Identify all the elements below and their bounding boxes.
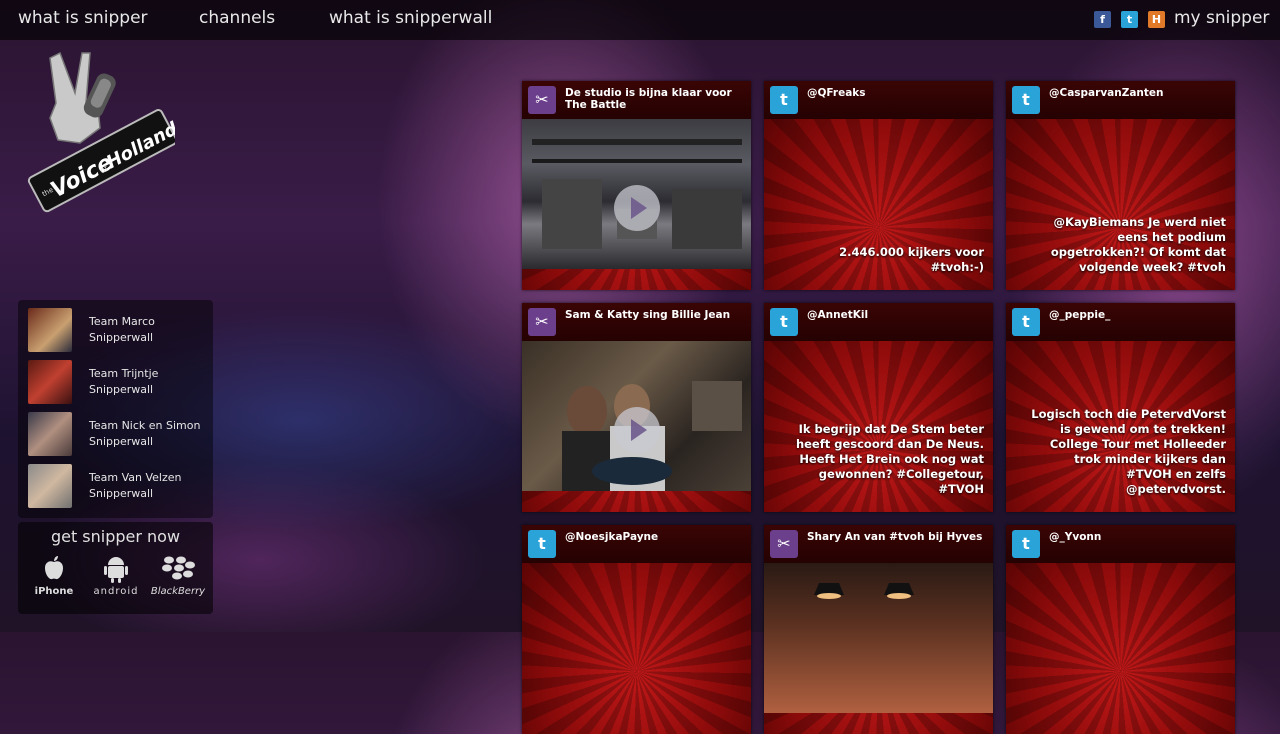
- scissors-icon: ✂: [770, 530, 798, 558]
- blackberry-icon: [162, 556, 195, 580]
- top-navigation-bar: what is snipper channels what is snipper…: [0, 0, 1280, 40]
- tweet-tile[interactable]: t @NoesjkaPayne: [522, 525, 751, 734]
- hyves-icon[interactable]: H: [1148, 11, 1165, 28]
- nav-link-what-is-snipper[interactable]: what is snipper: [18, 8, 148, 28]
- tweet-tile[interactable]: t @QFreaks 2.446.000 kijkers voor #tvoh:…: [764, 81, 993, 290]
- tweet-user[interactable]: @NoesjkaPayne: [565, 531, 745, 543]
- platform-label: android: [93, 586, 139, 597]
- twitter-bird-icon: t: [1012, 308, 1040, 336]
- tweet-tile[interactable]: t @_Yvonn: [1006, 525, 1235, 734]
- team-name: Team Nick en Simon: [89, 419, 201, 432]
- video-thumbnail[interactable]: [764, 563, 993, 713]
- video-title: Shary An van #tvoh bij Hyves: [807, 531, 983, 543]
- restaurant-image: [814, 583, 914, 599]
- play-button[interactable]: [614, 185, 660, 231]
- blackberry-download-button[interactable]: BlackBerry: [150, 554, 206, 597]
- apple-icon: [45, 556, 63, 580]
- video-title: Sam & Katty sing Billie Jean: [565, 309, 731, 321]
- video-title: De studio is bijna klaar voor The Battle: [565, 87, 732, 111]
- scissors-icon: ✂: [528, 308, 556, 336]
- video-thumbnail[interactable]: [522, 119, 751, 269]
- get-snipper-panel: get snipper now iPhone android BlackBerr…: [18, 522, 213, 614]
- team-item-trijntje[interactable]: Team Trijntje Snipperwall: [28, 360, 208, 406]
- video-tile[interactable]: ✂ Shary An van #tvoh bij Hyves: [764, 525, 993, 734]
- twitter-bird-icon: t: [528, 530, 556, 558]
- team-item-marco[interactable]: Team Marco Snipperwall: [28, 308, 208, 354]
- twitter-bird-icon: t: [1012, 86, 1040, 114]
- platform-label: iPhone: [34, 586, 74, 597]
- my-snipper-link[interactable]: my snipper: [1174, 8, 1269, 28]
- android-icon: [104, 557, 128, 583]
- twitter-bird-icon: t: [770, 86, 798, 114]
- nav-link-channels[interactable]: channels: [199, 8, 275, 28]
- team-thumbnail: [28, 464, 72, 508]
- twitter-icon[interactable]: t: [1121, 11, 1138, 28]
- tweet-text: Ik begrijp dat De Stem beter heeft gesco…: [795, 422, 984, 496]
- team-name: Team Marco: [89, 315, 155, 328]
- platform-label: BlackBerry: [150, 586, 206, 597]
- scissors-icon: ✂: [528, 86, 556, 114]
- video-thumbnail[interactable]: [522, 341, 751, 491]
- play-button[interactable]: [614, 407, 660, 453]
- tweet-tile[interactable]: t @AnnetKil Ik begrijp dat De Stem beter…: [764, 303, 993, 512]
- tweet-user[interactable]: @_Yvonn: [1049, 531, 1229, 543]
- twitter-bird-icon: t: [770, 308, 798, 336]
- team-item-nick-en-simon[interactable]: Team Nick en Simon Snipperwall: [28, 412, 208, 458]
- team-sub: Snipperwall: [89, 383, 154, 396]
- android-download-button[interactable]: android: [88, 554, 144, 597]
- facebook-icon[interactable]: f: [1094, 11, 1111, 28]
- team-thumbnail: [28, 360, 72, 404]
- tweet-user[interactable]: @CasparvanZanten: [1049, 87, 1229, 99]
- tweet-user[interactable]: @QFreaks: [807, 87, 987, 99]
- get-snipper-title: get snipper now: [50, 527, 181, 546]
- iphone-download-button[interactable]: iPhone: [26, 554, 82, 597]
- tweet-text: @KayBiemans Je werd niet eens het podium…: [1050, 215, 1226, 274]
- video-tile[interactable]: ✂ Sam & Katty sing Billie Jean: [522, 303, 751, 512]
- tweet-tile[interactable]: t @CasparvanZanten @KayBiemans Je werd n…: [1006, 81, 1235, 290]
- team-sub: Snipperwall: [89, 435, 154, 448]
- voice-of-holland-logo[interactable]: the Voice of Holland: [20, 48, 182, 213]
- tweet-user[interactable]: @_peppie_: [1049, 309, 1229, 321]
- tweet-text: Logisch toch die PetervdVorst is gewend …: [1031, 407, 1226, 496]
- team-snipperwall-list: Team Marco Snipperwall Team Trijntje Sni…: [18, 300, 213, 518]
- team-item-van-velzen[interactable]: Team Van Velzen Snipperwall: [28, 464, 208, 510]
- tweet-text: 2.446.000 kijkers voor #tvoh:-): [839, 245, 984, 274]
- team-sub: Snipperwall: [89, 331, 154, 344]
- team-thumbnail: [28, 308, 72, 352]
- team-name: Team Van Velzen: [89, 471, 182, 484]
- team-sub: Snipperwall: [89, 487, 154, 500]
- video-tile[interactable]: ✂ De studio is bijna klaar voor The Batt…: [522, 81, 751, 290]
- twitter-bird-icon: t: [1012, 530, 1040, 558]
- team-thumbnail: [28, 412, 72, 456]
- nav-link-what-is-snipperwall[interactable]: what is snipperwall: [329, 8, 492, 28]
- tweet-tile[interactable]: t @_peppie_ Logisch toch die PetervdVors…: [1006, 303, 1235, 512]
- tweet-user[interactable]: @AnnetKil: [807, 309, 987, 321]
- team-name: Team Trijntje: [89, 367, 159, 380]
